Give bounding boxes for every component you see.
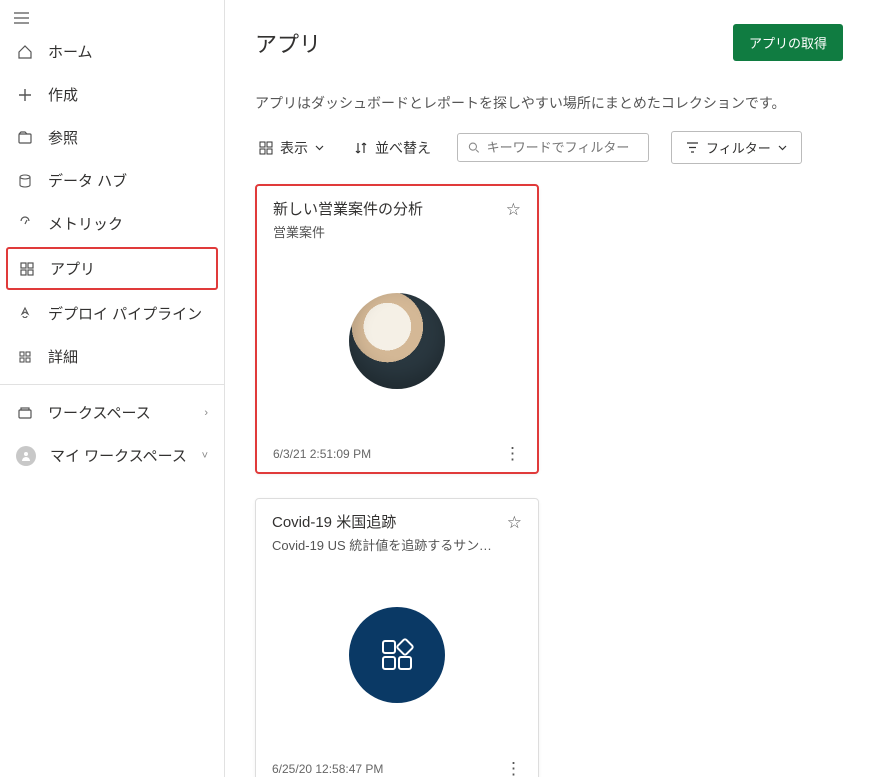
sidebar-item-myworkspace[interactable]: マイ ワークスペース ˅ xyxy=(0,434,224,477)
card-footer: 6/3/21 2:51:09 PM ⋮ xyxy=(257,435,537,472)
card-header: Covid-19 米国追跡 Covid-19 US 統計値を追跡するサンプル ア… xyxy=(256,499,538,560)
more-icon[interactable]: ⋮ xyxy=(504,445,521,462)
card-header: 新しい営業案件の分析 営業案件 ☆ xyxy=(257,186,537,247)
avatar-icon xyxy=(16,446,36,466)
sidebar-item-workspaces[interactable]: ワークスペース › xyxy=(0,391,224,434)
app-card[interactable]: 新しい営業案件の分析 営業案件 ☆ 6/3/21 2:51:09 PM ⋮ xyxy=(255,184,539,474)
page-title: アプリ xyxy=(255,27,321,59)
filter-label: フィルター xyxy=(706,138,771,157)
sidebar-item-metrics[interactable]: メトリック xyxy=(0,202,224,245)
home-icon xyxy=(16,43,34,61)
browse-icon xyxy=(16,129,34,147)
sidebar-item-label: データ ハブ xyxy=(48,170,127,191)
sidebar-item-label: デプロイ パイプライン xyxy=(48,303,202,324)
metric-icon xyxy=(16,215,34,233)
sidebar-item-apps[interactable]: アプリ xyxy=(6,247,218,290)
main-content: アプリ アプリの取得 アプリはダッシュボードとレポートを探しやすい場所にまとめた… xyxy=(225,0,873,777)
hamburger-icon[interactable] xyxy=(0,6,224,30)
sidebar-item-label: 詳細 xyxy=(48,346,78,367)
sidebar-item-deploy[interactable]: デプロイ パイプライン xyxy=(0,292,224,335)
sidebar-item-more[interactable]: 詳細 xyxy=(0,335,224,378)
sort-icon xyxy=(354,141,368,155)
sidebar-divider xyxy=(0,384,224,385)
app-thumbnail xyxy=(349,293,445,389)
card-body xyxy=(257,247,537,436)
card-body xyxy=(256,560,538,751)
favorite-icon[interactable]: ☆ xyxy=(506,200,521,220)
card-subtitle: Covid-19 US 統計値を追跡するサンプル アプ xyxy=(272,535,501,554)
sidebar-item-datahub[interactable]: データ ハブ xyxy=(0,159,224,202)
card-title: 新しい営業案件の分析 xyxy=(273,200,500,220)
page-subtitle: アプリはダッシュボードとレポートを探しやすい場所にまとめたコレクションです。 xyxy=(255,93,843,113)
datahub-icon xyxy=(16,172,34,190)
deploy-icon xyxy=(16,305,34,323)
sidebar-item-label: ホーム xyxy=(48,41,93,62)
get-app-button[interactable]: アプリの取得 xyxy=(733,24,843,61)
more-icon[interactable]: ⋮ xyxy=(505,760,522,777)
sidebar-item-label: アプリ xyxy=(50,258,95,279)
workspace-icon xyxy=(16,404,34,422)
chevron-down-icon xyxy=(315,145,324,151)
sidebar-item-home[interactable]: ホーム xyxy=(0,30,224,73)
filter-button[interactable]: フィルター xyxy=(671,131,802,164)
favorite-icon[interactable]: ☆ xyxy=(507,513,522,533)
sort-button[interactable]: 並べ替え xyxy=(350,133,435,163)
app-card[interactable]: Covid-19 米国追跡 Covid-19 US 統計値を追跡するサンプル ア… xyxy=(255,498,539,777)
more-icon xyxy=(16,348,34,366)
filter-icon xyxy=(686,141,699,154)
search-input-wrapper[interactable] xyxy=(457,133,649,162)
sidebar-item-label: マイ ワークスペース xyxy=(50,445,187,466)
sidebar-item-label: メトリック xyxy=(48,213,123,234)
search-input[interactable] xyxy=(487,140,638,155)
view-label: 表示 xyxy=(280,138,308,158)
plus-icon xyxy=(16,86,34,104)
sidebar-item-label: 参照 xyxy=(48,127,78,148)
chevron-right-icon: › xyxy=(204,407,208,419)
toolbar: 表示 並べ替え フィルター xyxy=(255,131,843,164)
card-grid: 新しい営業案件の分析 営業案件 ☆ 6/3/21 2:51:09 PM ⋮ Co… xyxy=(255,184,843,777)
sidebar-item-browse[interactable]: 参照 xyxy=(0,116,224,159)
search-icon xyxy=(468,141,480,154)
main-header: アプリ アプリの取得 xyxy=(255,24,843,61)
sidebar-item-create[interactable]: 作成 xyxy=(0,73,224,116)
card-timestamp: 6/25/20 12:58:47 PM xyxy=(272,762,383,776)
app-thumbnail xyxy=(349,607,445,703)
view-button[interactable]: 表示 xyxy=(255,133,328,163)
grid-icon xyxy=(259,141,273,155)
sort-label: 並べ替え xyxy=(375,138,431,158)
card-timestamp: 6/3/21 2:51:09 PM xyxy=(273,447,371,461)
card-footer: 6/25/20 12:58:47 PM ⋮ xyxy=(256,750,538,777)
sidebar-item-label: 作成 xyxy=(48,84,78,105)
card-title: Covid-19 米国追跡 xyxy=(272,513,501,533)
sidebar-item-label: ワークスペース xyxy=(48,402,151,423)
apps-icon xyxy=(18,260,36,278)
card-subtitle: 営業案件 xyxy=(273,222,500,241)
chevron-down-icon xyxy=(778,145,787,151)
sidebar: ホーム 作成 参照 データ ハブ メトリック アプリ デプロイ xyxy=(0,0,225,777)
chevron-down-icon: ˅ xyxy=(202,450,208,462)
